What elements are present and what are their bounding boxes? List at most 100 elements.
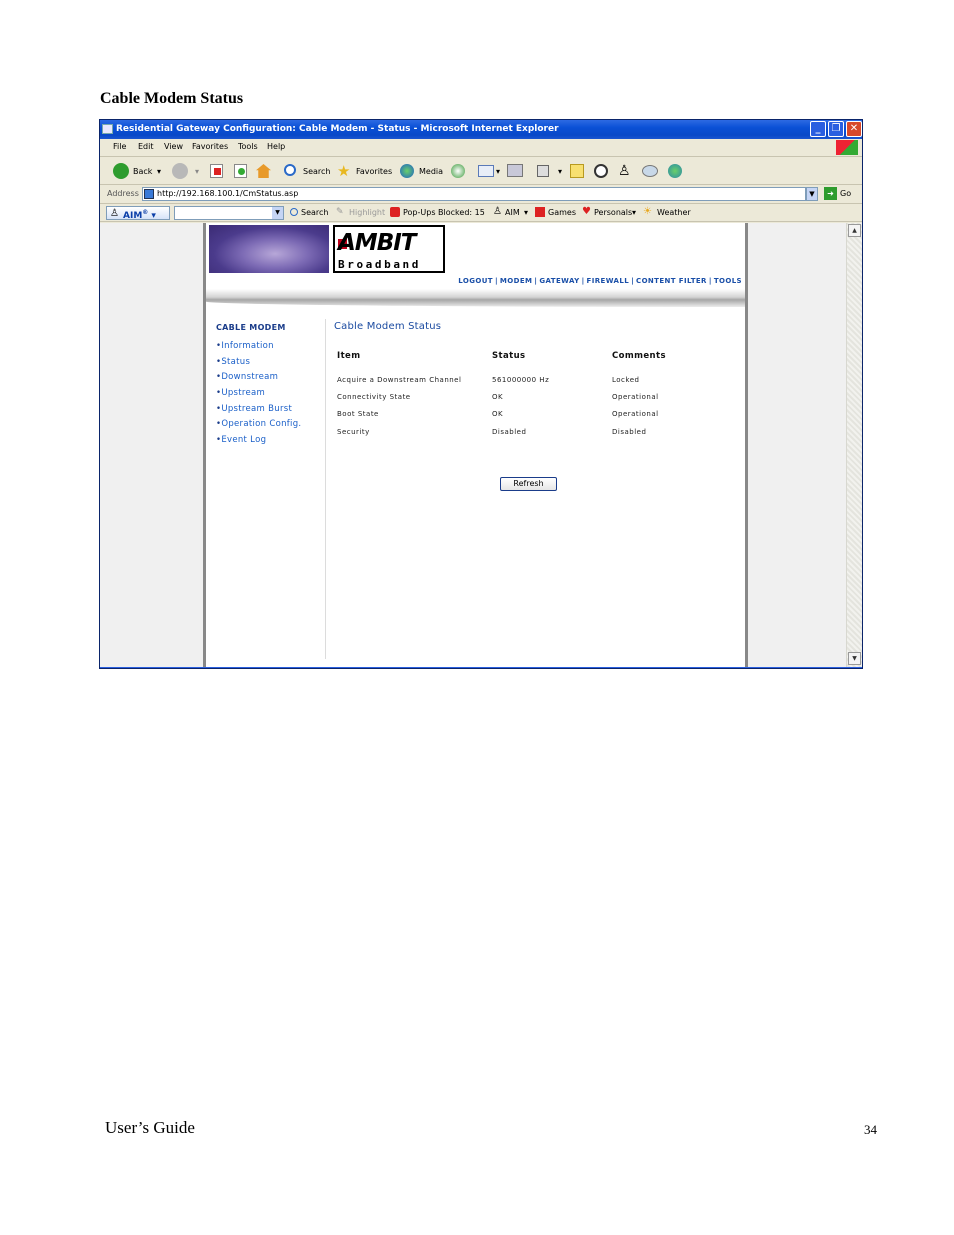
page-number: 34 [864,1122,877,1137]
nav-modem[interactable]: MODEM [500,277,532,285]
aim-search-dropdown-icon[interactable]: ▼ [272,207,283,219]
table-cell: 561000000 Hz [492,376,550,384]
window-titlebar[interactable]: Residential Gateway Configuration: Cable… [100,120,862,139]
aim-search-button[interactable]: Search [301,208,328,217]
standard-toolbar: Back ▾ ▾ Search ★ Favorites Media ▾ ▾ ♙ [100,157,862,185]
page-icon [144,189,154,199]
aim-link[interactable]: AIM [505,208,520,217]
table-cell: Locked [612,376,640,384]
back-dropdown-icon[interactable]: ▾ [157,167,161,176]
go-label: Go [840,189,852,198]
sidebar-item-information[interactable]: Information [216,341,301,357]
notes-icon[interactable] [570,164,584,178]
games-icon [535,207,545,217]
aim-dropdown-icon[interactable]: ▾ [524,208,528,217]
home-icon[interactable] [256,164,271,178]
stop-icon[interactable] [210,164,223,178]
sidebar-item-downstream[interactable]: Downstream [216,372,301,388]
scroll-up-icon[interactable]: ▲ [848,224,861,237]
go-button[interactable]: ➜ Go [824,187,860,201]
menu-view[interactable]: View [164,142,183,151]
favorites-button[interactable]: Favorites [356,167,392,176]
sidebar-item-operation-config[interactable]: Operation Config. [216,419,301,435]
table-header-comments: Comments [612,351,666,361]
personals-link[interactable]: Personals [594,208,632,217]
mail-dropdown-icon[interactable]: ▾ [496,167,500,176]
table-cell: Operational [612,393,659,401]
sidebar-item-event-log[interactable]: Event Log [216,435,301,451]
sidebar-item-status[interactable]: Status [216,357,301,373]
router-page: AMBIT Broadband LOGOUT | MODEM | GATEWAY | FIR… [203,223,748,668]
mail-icon[interactable] [478,165,494,177]
menu-help[interactable]: Help [267,142,285,151]
personals-dropdown-icon[interactable]: ▾ [632,208,636,217]
table-cell: Disabled [492,428,527,436]
address-dropdown-icon[interactable]: ▼ [806,187,818,201]
go-arrow-icon: ➜ [824,187,837,200]
menu-favorites[interactable]: Favorites [192,142,228,151]
address-label: Address [107,189,139,198]
media-icon[interactable] [400,164,414,178]
weather-sun-icon: ☀ [643,206,652,217]
nav-gateway[interactable]: GATEWAY [539,277,579,285]
table-header-item: Item [337,351,361,361]
nav-tools[interactable]: TOOLS [714,277,742,285]
sidebar-item-upstream[interactable]: Upstream [216,388,301,404]
refresh-button[interactable]: Refresh [500,477,557,491]
history-icon[interactable] [451,164,465,178]
messenger-icon[interactable] [668,164,682,178]
search-icon[interactable] [284,164,296,176]
aim-search-input[interactable]: ▼ [174,206,284,220]
popups-blocked-label[interactable]: Pop-Ups Blocked: 15 [403,208,485,217]
menu-edit[interactable]: Edit [138,142,154,151]
sidebar-item-upstream-burst[interactable]: Upstream Burst [216,404,301,420]
back-button[interactable]: Back [133,167,152,176]
address-input[interactable]: http://192.168.100.1/CmStatus.asp [142,187,806,201]
table-cell: Operational [612,410,659,418]
page-viewport: AMBIT Broadband LOGOUT | MODEM | GATEWAY | FIR… [100,223,862,668]
aim-person-icon: ♙ [110,208,119,219]
vertical-scrollbar[interactable]: ▲ ▼ [846,223,862,668]
table-cell: Acquire a Downstream Channel [337,376,462,384]
menu-file[interactable]: File [113,142,126,151]
window-title: Residential Gateway Configuration: Cable… [116,124,559,134]
media-button[interactable]: Media [419,167,443,176]
games-link[interactable]: Games [548,208,576,217]
minimize-icon[interactable]: _ [810,121,826,137]
sidebar-title: CABLE MODEM [216,323,286,332]
messenger-clock-icon[interactable] [594,164,608,178]
document-heading: Cable Modem Status [100,90,244,107]
discuss-icon[interactable] [642,165,658,177]
close-icon[interactable]: ✕ [846,121,862,137]
window-bottom-border [100,667,862,668]
search-button[interactable]: Search [303,167,330,176]
restore-icon[interactable]: ❐ [828,121,844,137]
aim-button[interactable]: ♙ AIM® ▾ [106,206,170,221]
edit-icon[interactable] [537,165,549,177]
forward-dropdown-icon[interactable]: ▾ [195,167,199,176]
aim-person-icon[interactable]: ♙ [618,163,631,179]
table-header-status: Status [492,351,526,361]
highlight-button[interactable]: Highlight [349,208,385,217]
scroll-down-icon[interactable]: ▼ [848,652,861,665]
nav-logout[interactable]: LOGOUT [458,277,493,285]
refresh-icon[interactable] [234,164,247,178]
menu-tools[interactable]: Tools [238,142,258,151]
weather-link[interactable]: Weather [657,208,691,217]
edit-dropdown-icon[interactable]: ▾ [558,167,562,176]
aim-runner-icon: ♙ [493,206,502,217]
ie-page-icon [102,124,113,134]
table-cell: Boot State [337,410,379,418]
address-bar: Address http://192.168.100.1/CmStatus.as… [100,185,862,204]
sidebar-divider [325,319,326,659]
favorites-star-icon[interactable]: ★ [337,163,350,179]
nav-firewall[interactable]: FIREWALL [587,277,630,285]
table-cell: Disabled [612,428,647,436]
browser-window: Residential Gateway Configuration: Cable… [99,119,863,669]
nav-content-filter[interactable]: CONTENT FILTER [636,277,707,285]
print-icon[interactable] [507,164,523,177]
table-cell: Connectivity State [337,393,411,401]
back-arrow-icon[interactable] [113,163,129,179]
aim-search-icon[interactable] [290,208,298,216]
forward-arrow-icon[interactable] [172,163,188,179]
